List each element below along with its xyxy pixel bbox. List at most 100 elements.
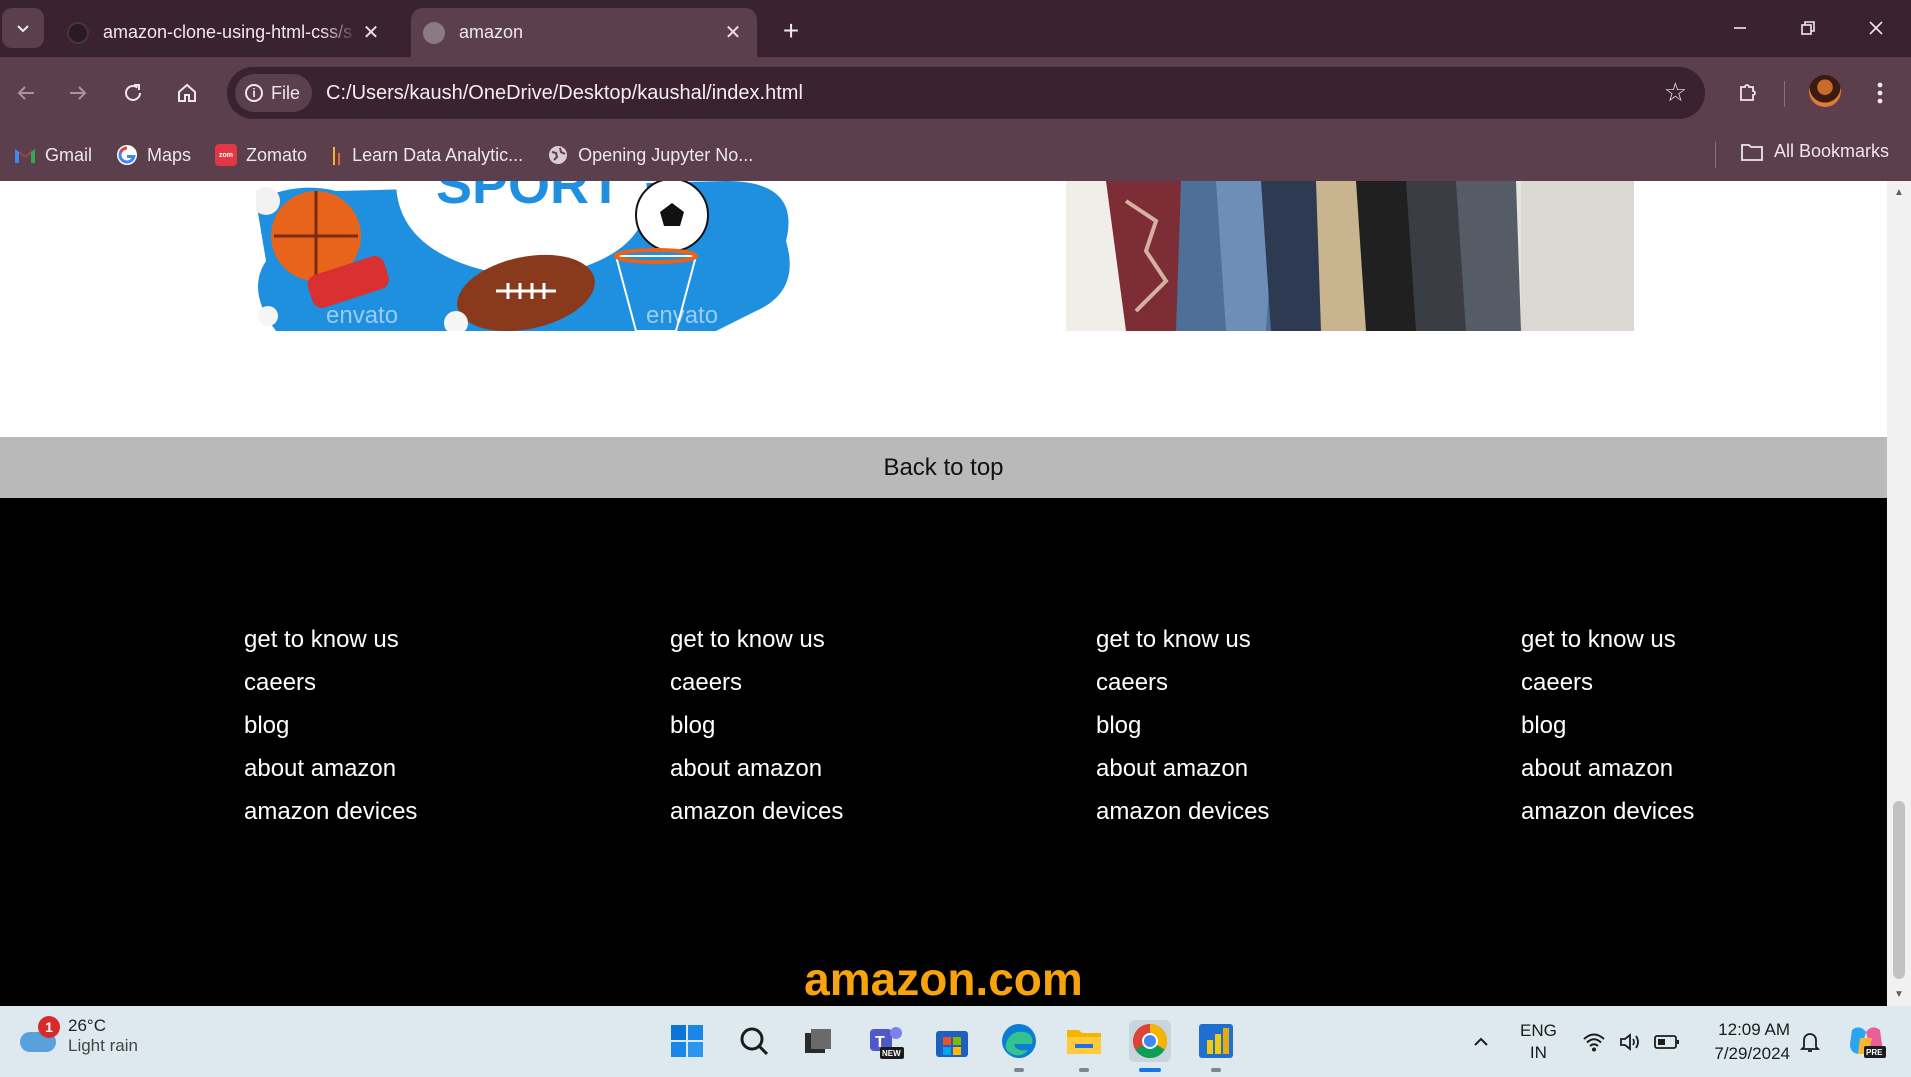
running-indicator [1014, 1068, 1024, 1072]
page-scrollbar[interactable]: ▲ ▼ [1887, 181, 1911, 1006]
bookmark-zomato[interactable]: zom Zomato [215, 144, 307, 166]
teams-new-badge: NEW [882, 1049, 901, 1058]
weather-description: Light rain [68, 1036, 138, 1055]
search-button[interactable] [733, 1020, 775, 1062]
bookmark-jupyter[interactable]: Opening Jupyter No... [547, 144, 753, 166]
volume-icon [1620, 1032, 1639, 1051]
home-button[interactable] [167, 73, 207, 113]
footer-column: get to know us caeers blog about amazon … [670, 618, 843, 833]
scroll-down-icon[interactable]: ▼ [1893, 989, 1905, 1001]
footer-link[interactable]: get to know us [1521, 618, 1694, 661]
taskbar: 1 26°C Light rain T NEW ENG IN 12:09 AM … [0, 1006, 1911, 1077]
puzzle-icon [1740, 84, 1756, 101]
bookmark-maps[interactable]: Maps [116, 144, 191, 166]
region-code: IN [1529, 1042, 1547, 1062]
bookmarks-bar: Gmail Maps zom Zomato Learn Data Analyti… [0, 129, 1911, 181]
sports-illustration: SPORT envato envato [256, 181, 790, 331]
footer-link[interactable]: caeers [1521, 661, 1694, 704]
tab-search-button[interactable] [2, 8, 44, 48]
arrow-right-icon [70, 86, 87, 100]
clock[interactable]: 12:09 AM 7/29/2024 [1700, 1018, 1790, 1066]
footer-link[interactable]: blog [670, 704, 843, 747]
footer-link[interactable]: amazon devices [670, 790, 843, 833]
fashion-category-image[interactable] [1066, 181, 1634, 331]
footer-link[interactable]: caeers [670, 661, 843, 704]
tab-github[interactable]: amazon-clone-using-html-css/s ✕ [55, 8, 395, 57]
chrome-icon [1133, 1024, 1167, 1058]
tab-amazon[interactable]: amazon ✕ [411, 8, 757, 57]
close-icon [1869, 21, 1883, 35]
menu-button[interactable] [1862, 73, 1898, 113]
bookmark-learn-data-analytics[interactable]: Learn Data Analytic... [331, 143, 523, 167]
close-window-button[interactable] [1856, 10, 1896, 46]
footer-link[interactable]: get to know us [670, 618, 843, 661]
weather-widget[interactable]: 1 26°C Light rain [18, 1016, 138, 1056]
new-tab-button[interactable]: + [774, 14, 808, 48]
bookmark-label: Zomato [246, 144, 308, 165]
edge-app[interactable] [998, 1020, 1040, 1062]
wifi-icon [1583, 1033, 1605, 1051]
footer-link[interactable]: about amazon [1096, 747, 1269, 790]
footer-link[interactable]: caeers [1096, 661, 1269, 704]
footer-link[interactable]: about amazon [1521, 747, 1694, 790]
copilot-preview-badge: PRE [1866, 1048, 1883, 1057]
analytics-icon [333, 147, 341, 165]
extensions-button[interactable] [1728, 73, 1768, 113]
chrome-app[interactable] [1129, 1020, 1171, 1062]
footer-link[interactable]: amazon devices [1096, 790, 1269, 833]
profile-avatar[interactable] [1809, 75, 1841, 107]
tab-title: amazon-clone-using-html-css/s [103, 22, 353, 42]
footer-link[interactable]: amazon devices [244, 790, 417, 833]
forward-button[interactable] [58, 73, 98, 113]
clothes-rack-photo [1066, 181, 1634, 331]
file-explorer-app[interactable] [1063, 1020, 1105, 1062]
copilot-button[interactable]: PRE [1846, 1006, 1886, 1077]
footer-link[interactable]: about amazon [670, 747, 843, 790]
footer-column: get to know us caeers blog about amazon … [1096, 618, 1269, 833]
footer-link[interactable]: caeers [244, 661, 417, 704]
footer-link[interactable]: about amazon [244, 747, 417, 790]
windows-icon [671, 1025, 703, 1057]
close-tab-icon[interactable]: ✕ [359, 21, 383, 45]
close-tab-icon[interactable]: ✕ [721, 21, 745, 45]
github-icon [67, 21, 89, 44]
all-bookmarks-button[interactable]: All Bookmarks [1740, 141, 1889, 162]
battery-icon [1654, 1034, 1679, 1049]
footer-brand[interactable]: amazon.com [0, 952, 1887, 1006]
footer-link[interactable]: blog [1521, 704, 1694, 747]
task-view-button[interactable] [797, 1020, 839, 1062]
search-icon [740, 1027, 769, 1056]
teams-app[interactable]: T NEW [864, 1020, 906, 1062]
url-text[interactable]: C:/Users/kaush/OneDrive/Desktop/kaushal/… [326, 82, 803, 105]
start-button[interactable] [666, 1020, 708, 1062]
scrollbar-thumb[interactable] [1893, 801, 1905, 979]
power-bi-app[interactable] [1195, 1020, 1237, 1062]
screen: amazon-clone-using-html-css/s ✕ amazon ✕… [0, 0, 1911, 1077]
minimize-button[interactable] [1720, 10, 1760, 46]
bookmark-label: Learn Data Analytic... [352, 144, 524, 165]
back-button[interactable] [6, 73, 46, 113]
store-app[interactable] [931, 1020, 973, 1062]
footer-link[interactable]: get to know us [1096, 618, 1269, 661]
scroll-up-icon[interactable]: ▲ [1893, 187, 1905, 199]
system-tray-icons[interactable] [1582, 1006, 1680, 1077]
bookmark-star-icon[interactable]: ☆ [1664, 77, 1687, 108]
sports-category-image[interactable]: SPORT envato envato [256, 181, 801, 331]
show-hidden-icons-button[interactable] [1472, 1006, 1490, 1077]
footer-link[interactable]: amazon devices [1521, 790, 1694, 833]
footer-link[interactable]: blog [1096, 704, 1269, 747]
notifications-button[interactable] [1799, 1006, 1821, 1077]
footer-column: get to know us caeers blog about amazon … [244, 618, 417, 833]
input-language-indicator[interactable]: ENG IN [1520, 1006, 1557, 1077]
address-bar[interactable]: i File C:/Users/kaush/OneDrive/Desktop/k… [227, 67, 1705, 119]
back-to-top-button[interactable]: Back to top [0, 437, 1887, 498]
active-indicator [1139, 1068, 1161, 1072]
footer-link[interactable]: blog [244, 704, 417, 747]
edge-icon [1002, 1024, 1036, 1058]
bookmark-gmail[interactable]: Gmail [14, 145, 92, 166]
store-icon [936, 1031, 968, 1057]
reload-button[interactable] [113, 73, 153, 113]
restore-button[interactable] [1788, 10, 1828, 46]
site-info-chip[interactable]: i File [235, 74, 313, 112]
footer-link[interactable]: get to know us [244, 618, 417, 661]
